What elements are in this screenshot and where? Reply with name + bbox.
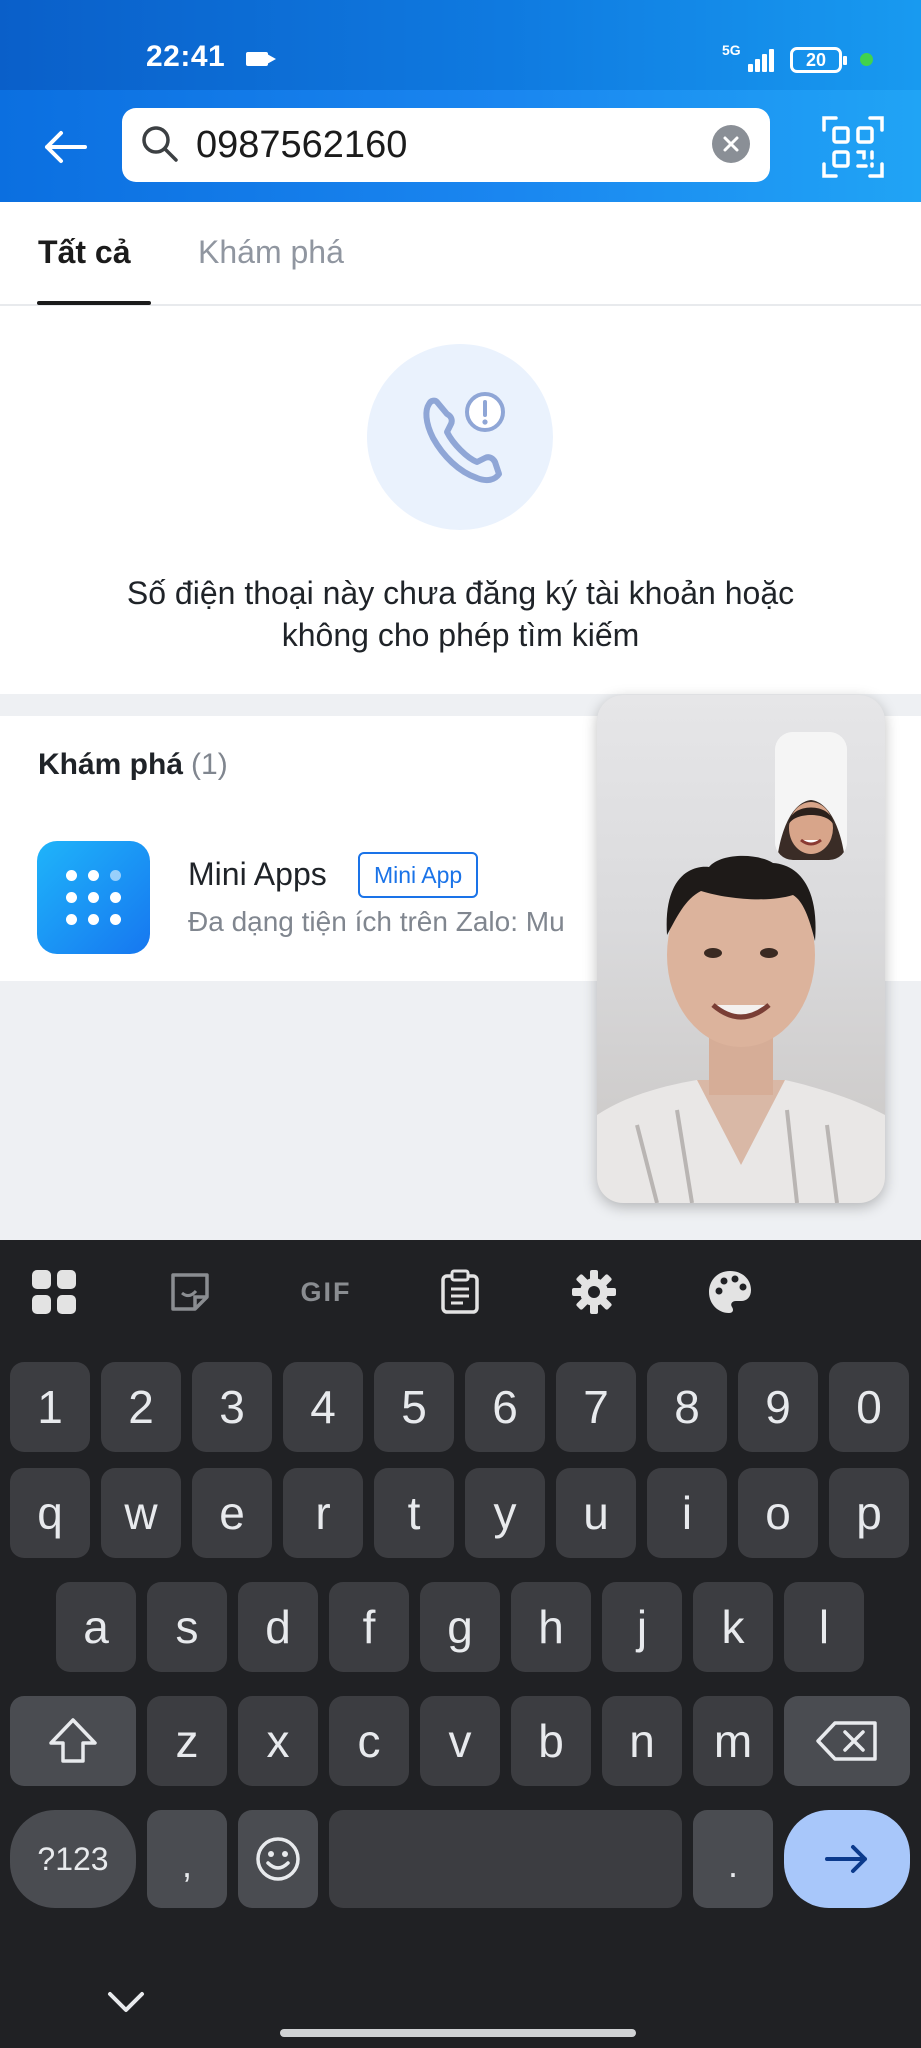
period-key[interactable]: . xyxy=(693,1810,773,1908)
explore-title-text: Khám phá xyxy=(38,748,184,781)
key-f[interactable]: f xyxy=(329,1582,409,1672)
key-h[interactable]: h xyxy=(511,1582,591,1672)
palette-icon[interactable] xyxy=(704,1266,756,1318)
key-1[interactable]: 1 xyxy=(10,1362,90,1452)
back-button[interactable] xyxy=(30,112,100,182)
key-k[interactable]: k xyxy=(693,1582,773,1672)
chevron-down-icon xyxy=(108,1992,144,2012)
enter-key[interactable] xyxy=(784,1810,910,1908)
tab-all[interactable]: Tất cả xyxy=(38,234,130,271)
no-result-message-line1: Số điện thoại này chưa đăng ký tài khoản… xyxy=(126,575,795,611)
key-n[interactable]: n xyxy=(602,1696,682,1786)
hide-keyboard-button[interactable] xyxy=(100,1976,152,2028)
search-box xyxy=(122,108,770,182)
no-result-message-line2: không cho phép tìm kiếm xyxy=(281,617,640,653)
gif-button[interactable]: GIF xyxy=(298,1266,354,1318)
signal-strength-icon xyxy=(748,46,780,72)
emoji-key[interactable] xyxy=(238,1810,318,1908)
key-w[interactable]: w xyxy=(101,1468,181,1558)
video-call-window[interactable] xyxy=(597,695,885,1203)
qr-code-icon xyxy=(822,116,884,178)
clipboard-icon[interactable] xyxy=(434,1266,486,1318)
key-e[interactable]: e xyxy=(192,1468,272,1558)
empty-state-illustration xyxy=(367,344,553,530)
key-x[interactable]: x xyxy=(238,1696,318,1786)
key-o[interactable]: o xyxy=(738,1468,818,1558)
backspace-icon xyxy=(816,1721,877,1761)
key-j[interactable]: j xyxy=(602,1582,682,1672)
mini-app-badge: Mini App xyxy=(358,852,479,898)
key-y[interactable]: y xyxy=(465,1468,545,1558)
key-p[interactable]: p xyxy=(829,1468,909,1558)
key-8[interactable]: 8 xyxy=(647,1362,727,1452)
key-4[interactable]: 4 xyxy=(283,1362,363,1452)
video-camera-icon xyxy=(246,52,276,66)
backspace-key[interactable] xyxy=(784,1696,910,1786)
key-d[interactable]: d xyxy=(238,1582,318,1672)
no-result-panel: Số điện thoại này chưa đăng ký tài khoản… xyxy=(0,306,921,694)
phone-alert-icon xyxy=(423,392,505,484)
explore-section-title: Khám phá (1) xyxy=(38,748,228,782)
battery-icon: 20 xyxy=(790,47,847,73)
key-g[interactable]: g xyxy=(420,1582,500,1672)
key-z[interactable]: z xyxy=(147,1696,227,1786)
app-header: 22:41 5G 20 xyxy=(0,0,921,202)
key-r[interactable]: r xyxy=(283,1468,363,1558)
tab-bar: Tất cả Khám phá xyxy=(0,202,921,306)
space-key[interactable] xyxy=(329,1810,682,1908)
key-9[interactable]: 9 xyxy=(738,1362,818,1452)
key-t[interactable]: t xyxy=(374,1468,454,1558)
key-c[interactable]: c xyxy=(329,1696,409,1786)
status-time: 22:41 xyxy=(146,40,226,73)
status-bar: 22:41 5G 20 xyxy=(0,0,921,90)
gesture-home-bar[interactable] xyxy=(280,2029,636,2037)
battery-level: 20 xyxy=(805,50,827,70)
gif-label: GIF xyxy=(300,1276,352,1307)
key-s[interactable]: s xyxy=(147,1582,227,1672)
soft-keyboard: GIF 1 2 3 4 5 6 7 8 9 0 q w e r t y u i … xyxy=(0,1240,921,2048)
close-icon xyxy=(723,136,739,152)
sticker-icon[interactable] xyxy=(164,1266,216,1318)
no-result-message: Số điện thoại này chưa đăng ký tài khoản… xyxy=(60,572,861,656)
shift-key[interactable] xyxy=(10,1696,136,1786)
key-7[interactable]: 7 xyxy=(556,1362,636,1452)
emoji-icon xyxy=(256,1837,300,1881)
key-a[interactable]: a xyxy=(56,1582,136,1672)
keyboard-toolbar: GIF xyxy=(0,1240,921,1340)
key-5[interactable]: 5 xyxy=(374,1362,454,1452)
arrow-right-icon xyxy=(825,1845,867,1873)
key-m[interactable]: m xyxy=(693,1696,773,1786)
app-name: Mini Apps xyxy=(188,856,327,892)
privacy-indicator-dot xyxy=(860,53,873,66)
self-video-preview[interactable] xyxy=(775,732,847,860)
key-6[interactable]: 6 xyxy=(465,1362,545,1452)
key-3[interactable]: 3 xyxy=(192,1362,272,1452)
tab-explore[interactable]: Khám phá xyxy=(198,234,344,271)
key-v[interactable]: v xyxy=(420,1696,500,1786)
qr-scan-button[interactable] xyxy=(820,114,886,180)
self-person-illustration xyxy=(775,732,847,860)
apps-grid-icon[interactable] xyxy=(28,1266,80,1318)
comma-key[interactable]: , xyxy=(147,1810,227,1908)
search-icon xyxy=(142,126,178,162)
arrow-left-icon xyxy=(45,131,87,163)
settings-icon[interactable] xyxy=(568,1266,620,1318)
shift-icon xyxy=(49,1718,97,1763)
app-description: Đa dạng tiện ích trên Zalo: Mu xyxy=(188,906,565,937)
key-b[interactable]: b xyxy=(511,1696,591,1786)
symbols-key[interactable]: ?123 xyxy=(10,1810,136,1908)
key-u[interactable]: u xyxy=(556,1468,636,1558)
network-type: 5G xyxy=(722,42,741,58)
explore-count: (1) xyxy=(191,748,228,781)
key-l[interactable]: l xyxy=(784,1582,864,1672)
mini-apps-icon xyxy=(37,841,150,954)
key-0[interactable]: 0 xyxy=(829,1362,909,1452)
key-q[interactable]: q xyxy=(10,1468,90,1558)
active-tab-indicator xyxy=(37,301,151,305)
key-i[interactable]: i xyxy=(647,1468,727,1558)
search-input[interactable] xyxy=(196,116,666,174)
clear-search-button[interactable] xyxy=(712,125,750,163)
key-2[interactable]: 2 xyxy=(101,1362,181,1452)
